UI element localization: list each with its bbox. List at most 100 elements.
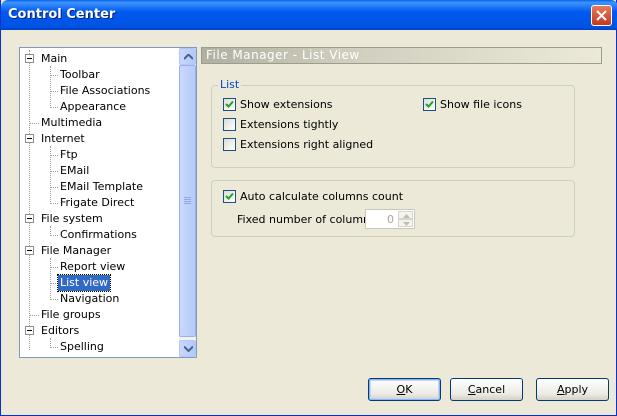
ok-accel: O — [396, 383, 406, 396]
tree-connector — [50, 107, 58, 108]
tree-item-label: Multimedia — [41, 116, 103, 129]
fixed-columns-value: 0 — [387, 213, 394, 226]
auto-calculate-columns-label: Auto calculate columns count — [240, 190, 404, 203]
collapse-toggle-icon[interactable] — [25, 214, 34, 223]
tree-item-toolbar[interactable]: Toolbar — [20, 67, 180, 83]
thumb-grip — [184, 199, 191, 200]
tree-item-email-template[interactable]: EMail Template — [20, 179, 180, 195]
scroll-down-button[interactable] — [179, 340, 196, 357]
tree-connector — [50, 75, 58, 76]
tree-item-label: File system — [41, 212, 103, 225]
thumb-grip — [184, 201, 191, 202]
ok-button[interactable]: OK — [368, 378, 441, 401]
collapse-toggle-icon[interactable] — [25, 54, 34, 63]
panel-header: File Manager - List View — [201, 47, 602, 64]
tree-item-label: File Manager — [41, 244, 112, 257]
checkbox-box[interactable] — [223, 118, 236, 131]
cancel-accel: C — [467, 383, 476, 396]
tree-item-label: Navigation — [60, 292, 120, 305]
settings-tree[interactable]: Main Toolbar File Associations Appearance Mu… — [19, 47, 197, 358]
close-button[interactable] — [591, 5, 612, 26]
tree-item-label: File groups — [41, 308, 101, 321]
list-group-caption: List — [218, 78, 242, 91]
collapse-toggle-icon[interactable] — [25, 326, 34, 335]
scroll-thumb[interactable] — [179, 65, 196, 337]
tree-item-label: Ftp — [60, 148, 78, 161]
show-file-icons-label: Show file icons — [440, 98, 522, 111]
tree-item-multimedia[interactable]: Multimedia — [20, 115, 180, 131]
cancel-button[interactable]: Cancel — [450, 378, 523, 401]
tree-item-spelling[interactable]: Spelling — [20, 339, 180, 355]
collapse-toggle-icon[interactable] — [25, 246, 34, 255]
thumb-grip — [184, 197, 191, 198]
extensions-tightly-label: Extensions tightly — [240, 118, 339, 131]
tree-item-label: Editors — [41, 324, 80, 337]
tree-item-list-view[interactable]: List view — [20, 274, 180, 292]
spin-down-button[interactable] — [398, 219, 413, 227]
panel-title: File Manager - List View — [206, 48, 360, 62]
show-extensions-label: Show extensions — [240, 98, 333, 111]
checkbox-box[interactable] — [223, 190, 236, 203]
tree-item-label: EMail Template — [60, 180, 143, 193]
apply-accel: A — [556, 383, 565, 396]
tree-item-navigation[interactable]: Navigation — [20, 291, 180, 307]
tree-connector — [50, 235, 58, 236]
tree-connector — [50, 187, 58, 188]
tree-connector — [50, 267, 58, 268]
tree-item-editors[interactable]: Editors — [20, 323, 180, 339]
cancel-label: ancel — [475, 383, 506, 396]
arrow-up-icon — [403, 214, 410, 218]
arrow-down-icon — [403, 222, 410, 226]
tree-scrollbar[interactable] — [179, 48, 196, 357]
tree-item-label: Report view — [60, 260, 126, 273]
control-center-window: Control Center Main Toolbar File Associati… — [0, 0, 617, 416]
tree-connector — [50, 283, 58, 284]
extensions-right-aligned-label: Extensions right aligned — [240, 138, 374, 151]
checkmark-icon — [425, 100, 434, 108]
tree-item-label: Appearance — [60, 100, 127, 113]
tree-connector — [50, 171, 58, 172]
checkmark-icon — [225, 192, 234, 200]
spinner-buttons — [398, 211, 413, 227]
tree-item-appearance[interactable]: Appearance — [20, 99, 180, 115]
checkmark-icon — [225, 100, 234, 108]
checkbox-box[interactable] — [223, 138, 236, 151]
title-bar[interactable]: Control Center — [1, 0, 617, 30]
tree-connector — [50, 155, 58, 156]
tree-item-file-associations[interactable]: File Associations — [20, 83, 180, 99]
tree-item-file-groups[interactable]: File groups — [20, 307, 180, 323]
tree-item-internet[interactable]: Internet — [20, 131, 180, 147]
tree-item-main[interactable]: Main — [20, 51, 180, 67]
window-title: Control Center — [8, 7, 116, 22]
fixed-columns-spinner[interactable]: 0 — [365, 209, 415, 229]
checkbox-box[interactable] — [223, 98, 236, 111]
tree-connector — [29, 123, 39, 124]
collapse-toggle-icon[interactable] — [25, 134, 34, 143]
tree-item-ftp[interactable]: Ftp — [20, 147, 180, 163]
tree-item-file-manager[interactable]: File Manager — [20, 243, 180, 259]
apply-button[interactable]: Apply — [536, 378, 609, 401]
tree-connector — [50, 299, 58, 300]
tree-item-email[interactable]: EMail — [20, 163, 180, 179]
spin-up-button[interactable] — [398, 211, 413, 219]
tree-item-frigate-direct[interactable]: Frigate Direct — [20, 195, 180, 211]
tree-item-confirmations[interactable]: Confirmations — [20, 227, 180, 243]
checkbox-box[interactable] — [423, 98, 436, 111]
arrow-up-icon — [184, 54, 193, 60]
thumb-grip — [184, 203, 191, 204]
arrow-down-icon — [184, 346, 193, 352]
tree-item-label: Internet — [41, 132, 85, 145]
tree-item-report-view[interactable]: Report view — [20, 259, 180, 275]
tree-item-label: Toolbar — [60, 68, 100, 81]
tree-connector — [50, 91, 58, 92]
tree-item-file-system[interactable]: File system — [20, 211, 180, 227]
fixed-columns-label: Fixed number of columns: — [237, 213, 380, 226]
ok-label: K — [405, 383, 413, 396]
tree-item-label: List view — [56, 274, 112, 292]
tree-item-label: Main — [41, 52, 68, 65]
tree-items: Main Toolbar File Associations Appearance Mu… — [20, 48, 180, 357]
apply-label: pply — [564, 383, 589, 396]
tree-connector — [50, 347, 58, 348]
tree-item-label: Frigate Direct — [60, 196, 135, 209]
scroll-up-button[interactable] — [179, 48, 196, 65]
